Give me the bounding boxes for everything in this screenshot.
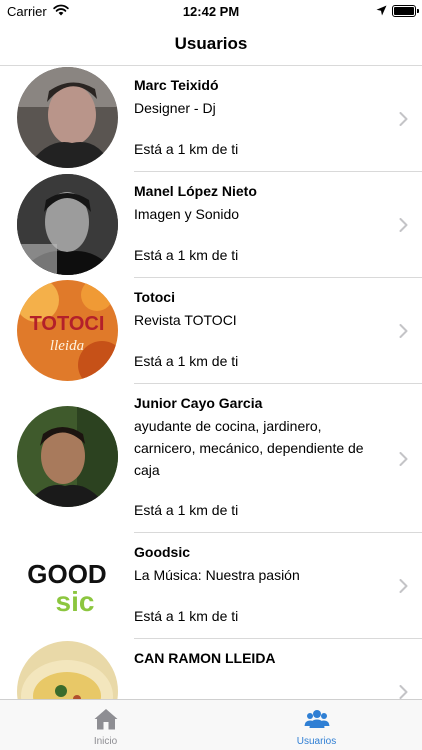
user-avatar [17, 406, 118, 507]
user-description: La Música: Nuestra pasión [134, 567, 300, 583]
clock: 12:42 PM [182, 4, 240, 19]
chevron-right-icon [399, 685, 408, 699]
chevron-right-icon [399, 218, 408, 232]
chevron-right-icon [399, 112, 408, 126]
user-name: Totoci [134, 289, 175, 305]
user-row[interactable]: Junior Cayo Garcia ayudante de cocina, j… [0, 384, 422, 533]
user-name: Manel López Nieto [134, 183, 257, 199]
user-distance: Está a 1 km de ti [134, 502, 239, 518]
user-avatar: GOOD sic [17, 535, 118, 636]
page-title: Usuarios [174, 34, 248, 53]
user-row[interactable]: CAN RAMON LLEIDA [0, 639, 422, 699]
chevron-right-icon [399, 579, 408, 593]
user-name: Junior Cayo Garcia [134, 395, 263, 411]
user-distance: Está a 1 km de ti [134, 247, 239, 263]
users-icon [304, 710, 329, 728]
chevron-right-icon [399, 452, 408, 466]
user-row-content: Junior Cayo Garcia ayudante de cocina, j… [134, 384, 422, 533]
user-description: Imagen y Sonido [134, 206, 240, 222]
tab-inicio[interactable]: Inicio [0, 700, 211, 750]
status-bar: Carrier 12:42 PM [0, 0, 422, 22]
tab-usuarios[interactable]: Usuarios [211, 700, 422, 750]
tab-bar: Inicio Usuarios [0, 699, 422, 750]
battery-icon [392, 5, 419, 17]
users-list[interactable]: Marc Teixidó Designer - Dj Está a 1 km d… [0, 66, 422, 699]
user-row-content: Totoci Revista TOTOCI Está a 1 km de ti [134, 278, 422, 384]
user-avatar: TOTOCI lleida [17, 280, 118, 381]
user-description: Revista TOTOCI [134, 312, 237, 328]
user-description: Designer - Dj [134, 100, 216, 116]
avatar-logo-subtext: sic [56, 586, 95, 617]
tab-label: Inicio [93, 736, 118, 747]
user-name: Marc Teixidó [134, 77, 219, 93]
user-avatar [17, 174, 118, 275]
user-avatar [17, 641, 118, 699]
user-row-content: CAN RAMON LLEIDA [134, 639, 422, 699]
user-name: Goodsic [134, 544, 191, 560]
navigation-bar: Usuarios [0, 22, 422, 66]
user-row[interactable]: TOTOCI lleida Totoci Revista TOTOCI Está… [0, 278, 422, 384]
location-arrow-icon [376, 5, 387, 16]
user-avatar [17, 67, 118, 168]
user-name: CAN RAMON LLEIDA [134, 650, 276, 666]
user-row-content: Marc Teixidó Designer - Dj Está a 1 km d… [134, 66, 422, 172]
avatar-logo-text: TOTOCI [30, 313, 105, 335]
user-row[interactable]: Marc Teixidó Designer - Dj Está a 1 km d… [0, 66, 422, 172]
user-distance: Está a 1 km de ti [134, 608, 239, 624]
user-row[interactable]: Manel López Nieto Imagen y Sonido Está a… [0, 172, 422, 278]
user-distance: Está a 1 km de ti [134, 353, 239, 369]
user-row-content: Manel López Nieto Imagen y Sonido Está a… [134, 172, 422, 278]
user-distance: Está a 1 km de ti [134, 141, 239, 157]
user-row[interactable]: GOOD sic Goodsic La Música: Nuestra pasi… [0, 533, 422, 639]
avatar-logo-subtext: lleida [50, 338, 84, 354]
tab-label: Usuarios [296, 736, 337, 747]
user-description: ayudante de cocina, jardinero, carnicero… [134, 418, 364, 478]
chevron-right-icon [399, 324, 408, 338]
home-icon [94, 709, 117, 730]
user-row-content: Goodsic La Música: Nuestra pasión Está a… [134, 533, 422, 639]
avatar-logo-text: GOOD [27, 559, 106, 589]
